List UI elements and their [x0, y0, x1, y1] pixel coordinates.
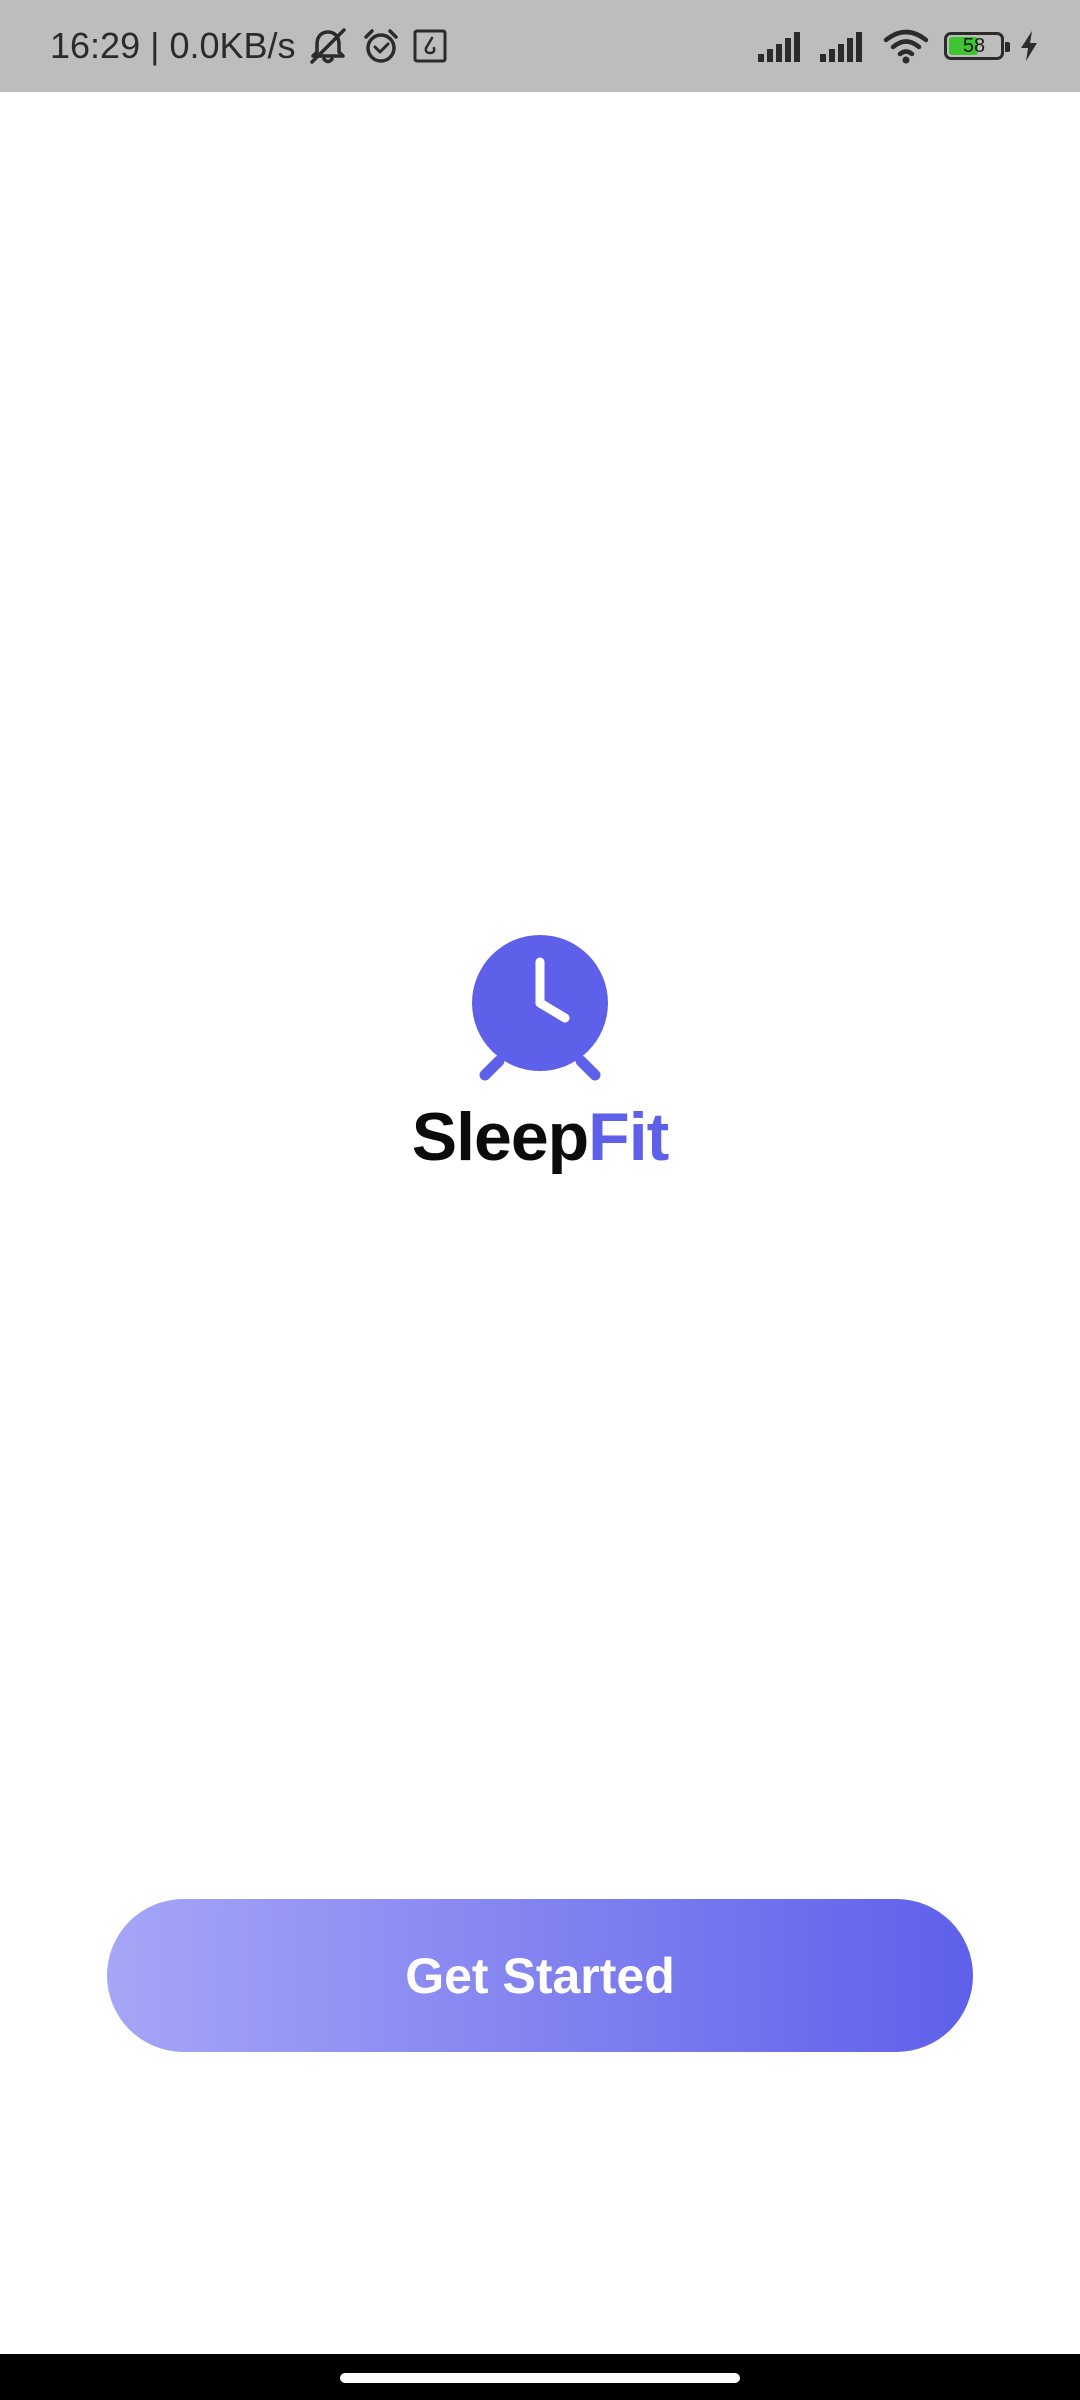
- battery-level: 58: [962, 34, 986, 57]
- wifi-icon: [882, 28, 930, 64]
- navigation-bar: [0, 2354, 1080, 2400]
- alarm-clock-icon: [472, 935, 608, 1081]
- signal-icon: [758, 30, 806, 62]
- status-bar: 16:29 | 0.0KB/s 58: [0, 0, 1080, 92]
- charging-icon: [1018, 29, 1040, 63]
- home-indicator[interactable]: [340, 2373, 740, 2383]
- mute-icon: [306, 24, 350, 68]
- status-net-speed: 0.0KB/s: [169, 25, 296, 66]
- status-time: 16:29: [50, 25, 141, 66]
- status-right: 58: [758, 0, 1040, 92]
- app-title-sleep: Sleep: [411, 1099, 589, 1175]
- signal-icon: [820, 30, 868, 62]
- app-title: SleepFit: [411, 1097, 670, 1179]
- app-title-fit: Fit: [588, 1099, 669, 1175]
- status-left: 16:29 | 0.0KB/s: [50, 0, 448, 92]
- notification-icon: [412, 28, 448, 64]
- alarm-icon: [360, 25, 402, 67]
- get-started-button[interactable]: Get Started: [107, 1899, 973, 2052]
- battery-icon: 58: [944, 32, 1010, 60]
- splash-screen: 16:29 | 0.0KB/s 58 SleepFit Get Started: [0, 0, 1080, 2400]
- status-separator: |: [150, 25, 160, 66]
- app-logo: SleepFit: [0, 935, 1080, 1179]
- battery-nub: [1005, 42, 1010, 52]
- get-started-label: Get Started: [405, 1947, 675, 2004]
